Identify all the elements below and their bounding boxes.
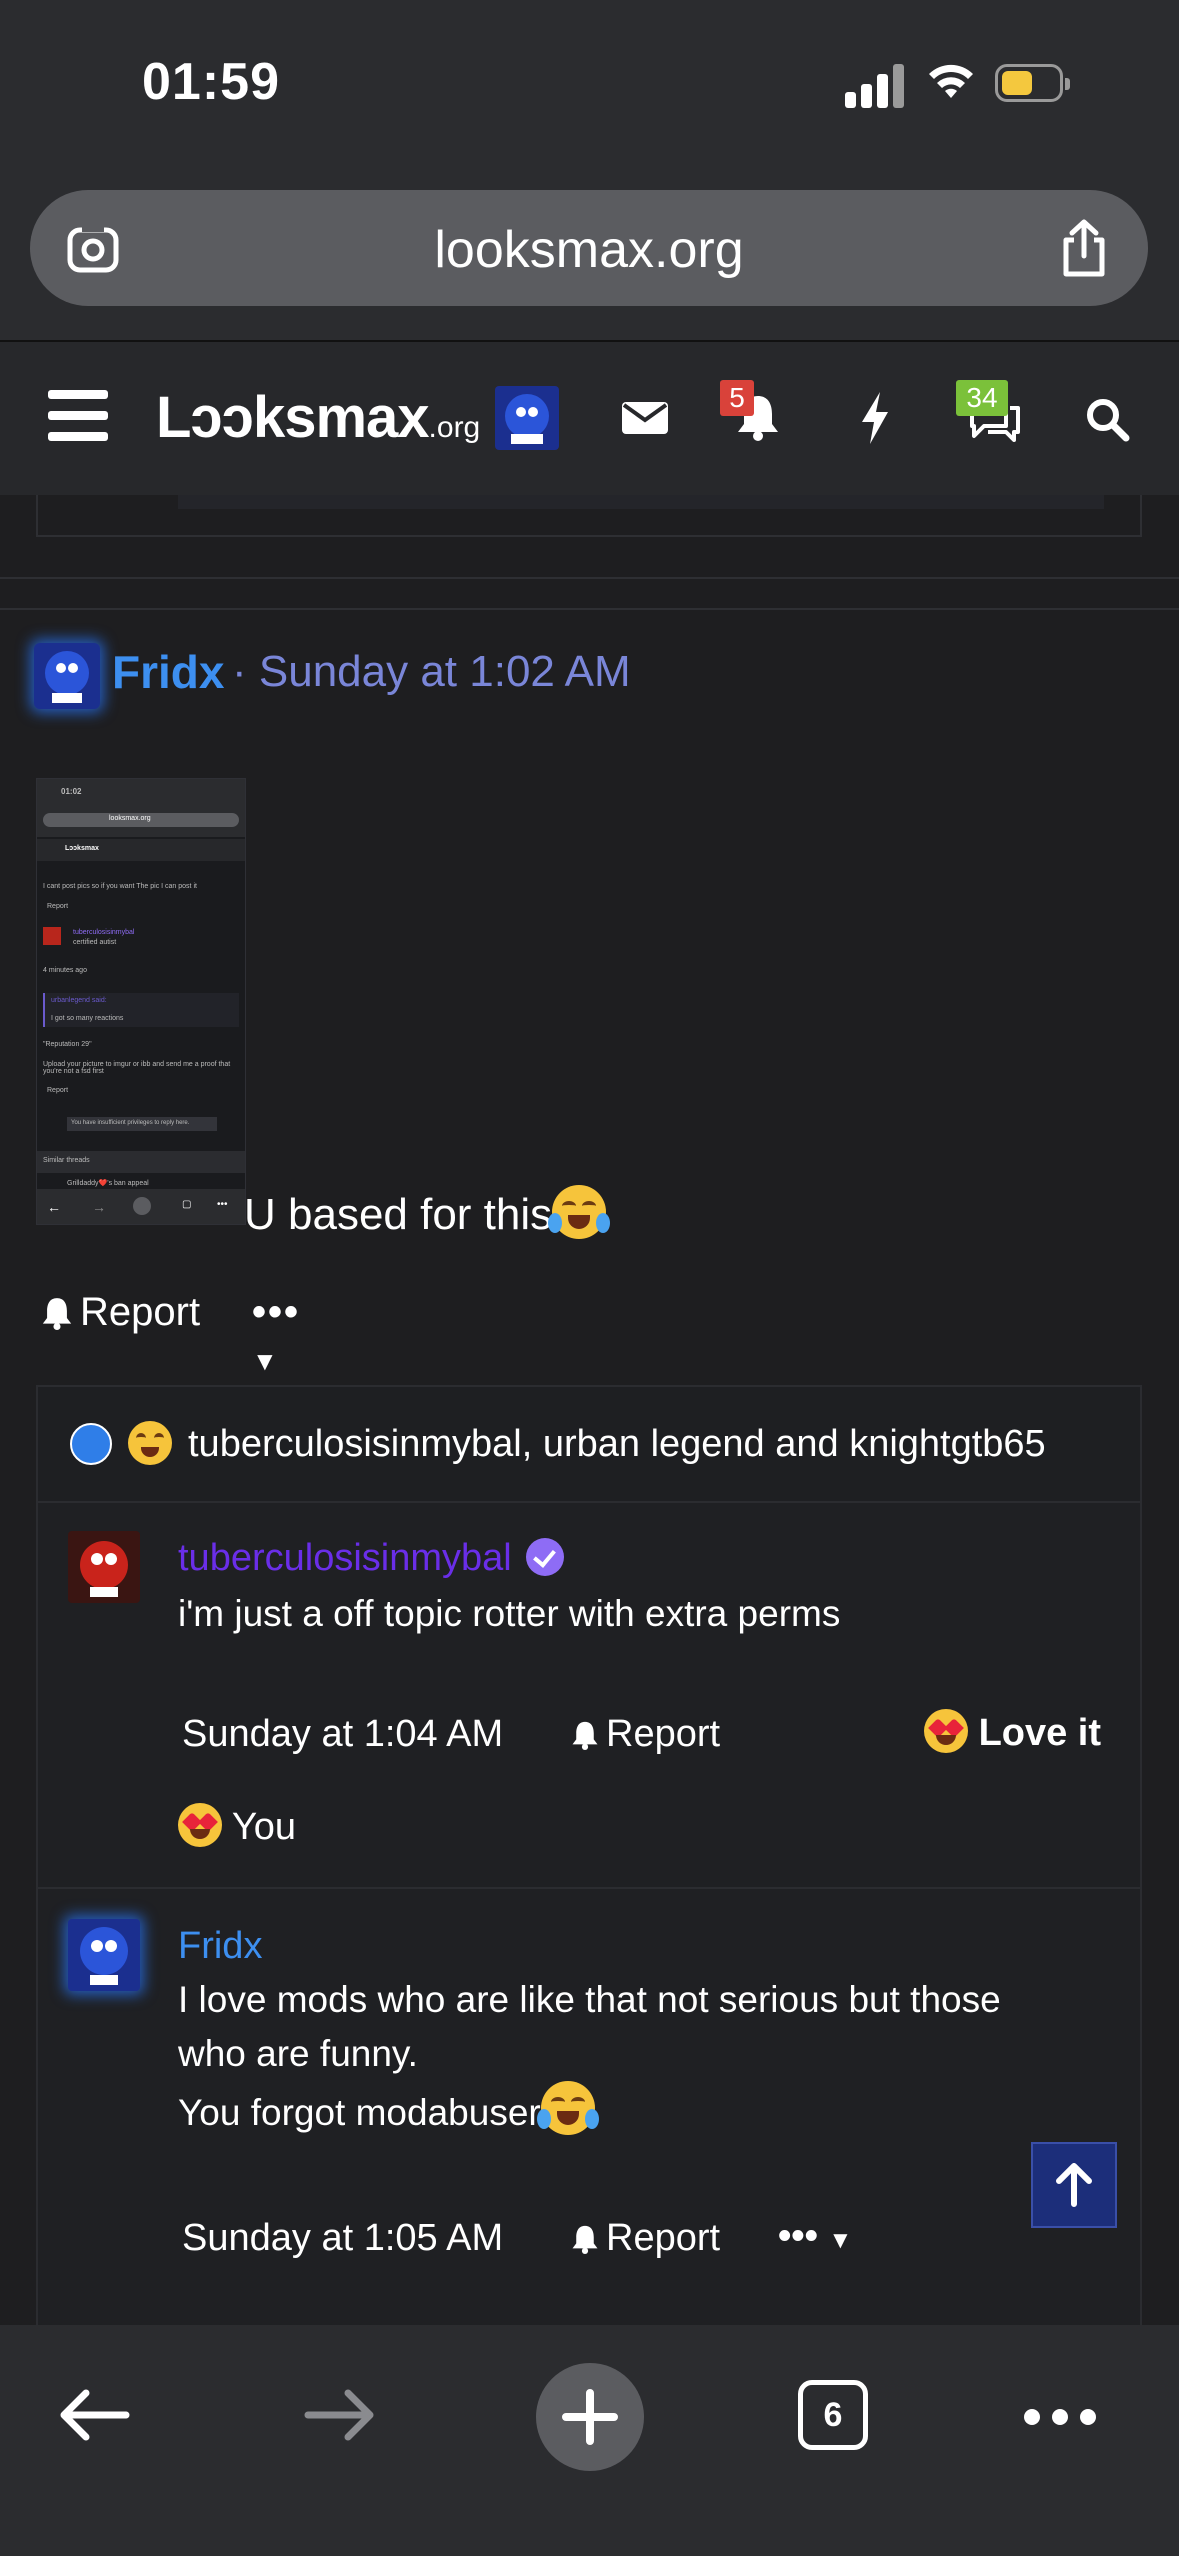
comment-author-avatar[interactable] [68,1919,140,1991]
reactions-and-comments: tuberculosisinmybal, urban legend and kn… [36,1385,1142,2325]
back-arrow-icon[interactable] [56,2385,132,2445]
crying-laughing-emoji-icon [548,1185,611,1239]
url-text[interactable]: looksmax.org [30,220,1148,280]
address-bar[interactable]: looksmax.org [30,190,1148,306]
comment-text: i'm just a off topic rotter with extra p… [178,1593,841,1634]
divider [38,1887,1140,1889]
scroll-to-top-button[interactable] [1031,2142,1117,2228]
bell-icon [572,1721,598,1750]
chevron-down-icon: ▼ [252,1346,280,1376]
report-button[interactable]: Report [40,1290,200,1335]
more-menu-icon[interactable] [1022,2405,1098,2429]
reaction-users[interactable]: tuberculosisinmybal, urban legend and kn… [188,1423,1046,1466]
attached-screenshot[interactable]: 01:02 looksmax.org Lɔɔksmax I cant post … [36,778,246,1225]
browser-address-area: looksmax.org [0,170,1179,340]
thread-content: Fridx · Sunday at 1:02 AM 01:02 looksmax… [0,495,1179,2325]
verified-badge-icon [525,1538,564,1576]
post-timestamp[interactable]: · Sunday at 1:02 AM [232,647,631,697]
post-author-name[interactable]: Fridx [112,645,224,699]
like-icon [70,1423,112,1465]
status-clock: 01:59 [142,53,280,111]
post-actions: Report ••• ▼ [40,1290,298,1376]
comment-report-button[interactable]: Report [570,1713,720,1756]
comment-timestamp[interactable]: Sunday at 1:04 AM [182,1713,503,1756]
comment-report-button[interactable]: Report [570,2217,720,2260]
more-options-button[interactable]: ••• ▼ [252,1290,300,1380]
whats-new-bolt-icon[interactable] [858,390,892,446]
comment-timestamp[interactable]: Sunday at 1:05 AM [182,2217,503,2260]
alerts-badge: 5 [720,380,754,416]
share-icon[interactable] [1058,218,1110,278]
comment-author-name[interactable]: Fridx [178,1925,262,1968]
reaction-summary[interactable]: tuberculosisinmybal, urban legend and kn… [38,1387,1140,1503]
search-icon[interactable] [1084,396,1130,442]
divider [0,608,1179,610]
heart-eyes-emoji-icon [924,1709,968,1753]
comment-reaction-summary[interactable]: You [178,1803,296,1849]
post-body: U based for this [244,1185,611,1240]
battery-icon [995,64,1070,102]
previous-post-edge [36,495,1142,537]
crying-laughing-emoji-icon [536,2081,599,2135]
post-author-avatar[interactable] [34,643,100,709]
bell-icon [572,2225,598,2254]
inbox-icon[interactable] [620,400,670,436]
chevron-down-icon: ▼ [828,2227,853,2254]
love-it-reaction-button[interactable]: Love it [924,1709,1101,1755]
cellular-signal-icon [845,62,905,108]
new-tab-button[interactable] [536,2363,644,2471]
comment-more-options-button[interactable]: ••• ▼ [778,2215,852,2258]
site-header: Lɔɔksmax.org 5 34 [0,340,1179,497]
heart-eyes-emoji-icon [178,1803,222,1847]
user-avatar[interactable] [495,386,559,450]
bell-icon [42,1297,72,1330]
tab-switcher-button[interactable]: 6 [798,2380,868,2450]
wifi-icon [929,64,973,98]
status-bar: 01:59 [0,0,1179,170]
menu-icon[interactable] [48,390,108,442]
comment-text: I love mods who are like that not seriou… [178,1979,1001,2135]
site-logo[interactable]: Lɔɔksmax.org [156,384,480,451]
forward-arrow-icon[interactable] [302,2385,378,2445]
browser-toolbar: 6 [0,2325,1179,2556]
plus-icon [562,2389,618,2445]
comment-author-avatar[interactable] [68,1531,140,1603]
conversations-badge: 34 [956,380,1008,416]
comment-author-name[interactable]: tuberculosisinmybal [178,1537,564,1580]
divider [0,577,1179,579]
crying-laughing-emoji-icon [128,1421,172,1465]
arrow-up-icon [1056,2163,1092,2207]
